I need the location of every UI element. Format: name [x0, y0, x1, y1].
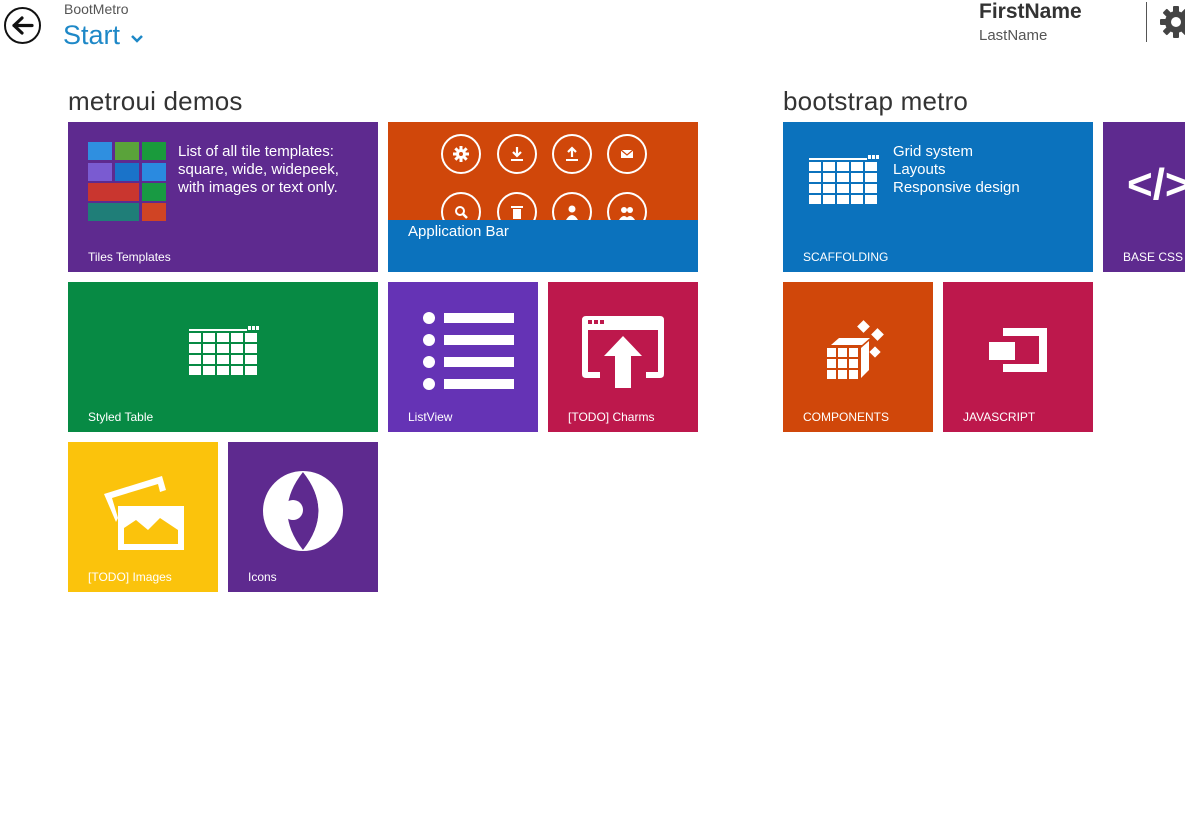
settings-icon: [441, 134, 481, 174]
tile-scaffolding[interactable]: Grid system Layouts Responsive design SC…: [783, 122, 1093, 272]
page-title: Start: [63, 20, 121, 50]
download-icon: [497, 134, 537, 174]
tile-line: Layouts: [893, 161, 946, 178]
tile-line: Grid system: [893, 143, 974, 160]
images-icon: [104, 476, 184, 550]
tile-label: BASE CSS: [1123, 250, 1184, 264]
tile-label: COMPONENTS: [803, 410, 890, 424]
upload-icon: [552, 134, 592, 174]
tile-label: Tiles Templates: [88, 250, 171, 264]
tile-styled-table[interactable]: Styled Table: [68, 282, 378, 432]
eye-icon: [263, 471, 343, 551]
tile-images[interactable]: [TODO] Images: [68, 442, 218, 592]
table-icon: [809, 155, 879, 204]
list-icon: [423, 312, 514, 390]
tile-components[interactable]: COMPONENTS: [783, 282, 933, 432]
tile-description: List of all tile templates: square, wide…: [178, 143, 339, 196]
appbar-strip: Application Bar: [388, 220, 698, 272]
back-button[interactable]: [4, 7, 41, 44]
tile-application-bar[interactable]: Application Bar: [388, 122, 698, 272]
user-last-name[interactable]: LastName: [979, 27, 1047, 44]
page-title-dropdown[interactable]: Start: [63, 20, 144, 51]
tile-javascript[interactable]: JAVASCRIPT: [943, 282, 1093, 432]
tile-lines: Grid system Layouts Responsive design: [893, 143, 1020, 197]
chevron-down-icon: [131, 34, 143, 43]
charms-icon: [582, 316, 664, 388]
tile-label: Styled Table: [88, 410, 154, 424]
tile-charms[interactable]: [TODO] Charms: [548, 282, 698, 432]
group-title-metroui: metroui demos: [68, 86, 243, 116]
tile-label: SCAFFOLDING: [803, 250, 889, 264]
arrow-left-icon: [12, 16, 34, 35]
tile-label: Application Bar: [408, 223, 509, 240]
user-first-name[interactable]: FirstName: [979, 0, 1082, 24]
tile-tiles-templates[interactable]: List of all tile templates: square, wide…: [68, 122, 378, 272]
tile-icons[interactable]: Icons: [228, 442, 378, 592]
tile-label: [TODO] Images: [88, 570, 172, 584]
cubes-icon: [827, 320, 884, 379]
tile-base-css[interactable]: </> BASE CSS: [1103, 122, 1185, 272]
app-name: BootMetro: [64, 1, 129, 17]
tile-label: ListView: [408, 410, 453, 424]
tile-label: Icons: [248, 570, 277, 584]
mail-icon: [607, 134, 647, 174]
tile-label: JAVASCRIPT: [963, 410, 1036, 424]
code-icon: </>: [1127, 160, 1185, 209]
header-divider: [1146, 2, 1147, 42]
window-icon: [989, 328, 1047, 372]
table-icon: [189, 326, 259, 375]
tile-listview[interactable]: ListView: [388, 282, 538, 432]
tile-label: [TODO] Charms: [568, 410, 655, 424]
gear-icon[interactable]: [1158, 4, 1185, 40]
tile-line: Responsive design: [893, 179, 1020, 196]
group-title-bootstrap: bootstrap metro: [783, 86, 969, 116]
